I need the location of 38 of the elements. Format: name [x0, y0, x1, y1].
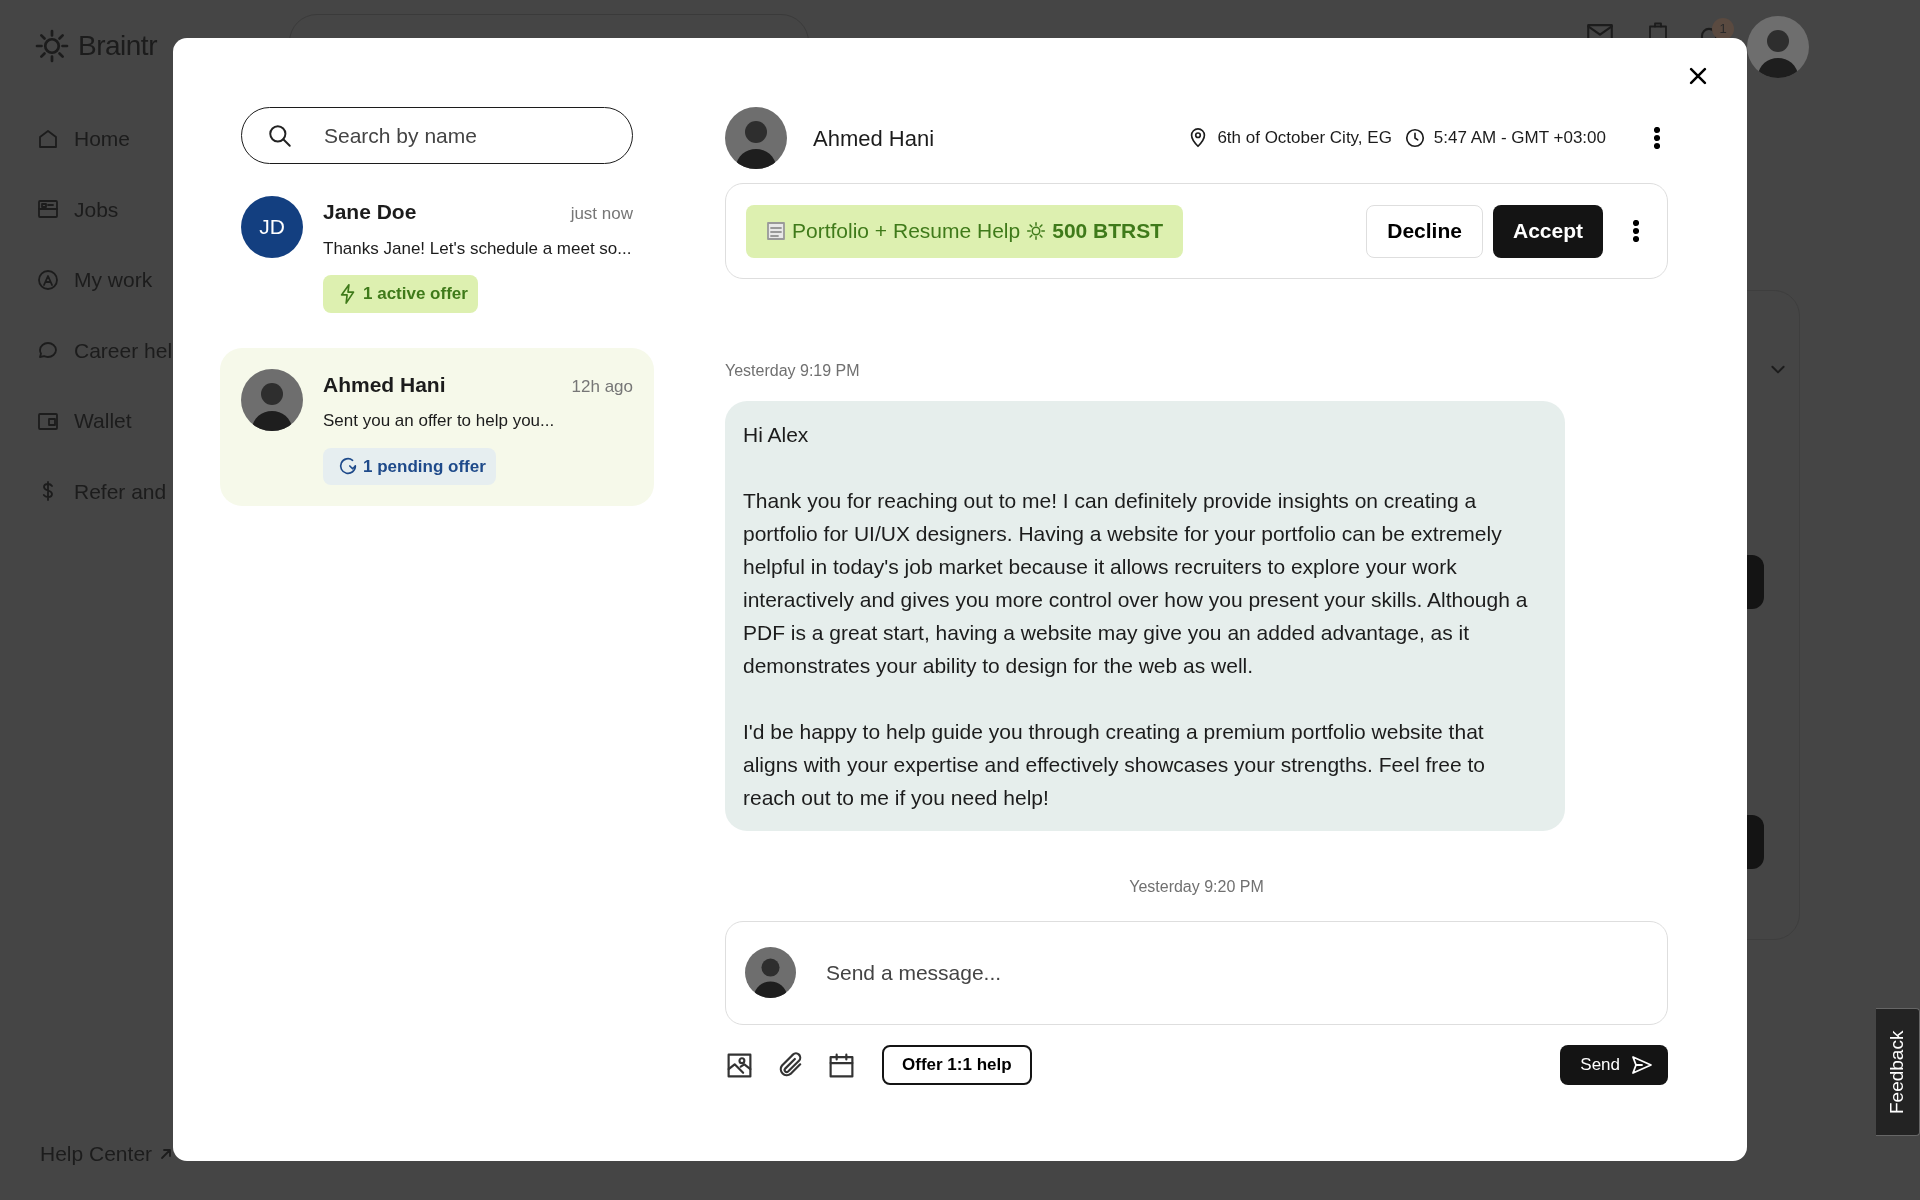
send-button[interactable]: Send — [1560, 1045, 1668, 1085]
offer-amount: 500 BTRST — [1052, 218, 1164, 245]
contact-name: Ahmed Hani — [323, 371, 446, 398]
feedback-tab[interactable]: Feedback — [1876, 1008, 1920, 1136]
clock-icon — [1403, 127, 1426, 149]
offer-title: Portfolio + Resume Help — [792, 218, 1021, 245]
send-icon — [1630, 1053, 1654, 1077]
offer-tag: 1 pending offer — [323, 447, 496, 485]
sun-logo-icon — [34, 28, 70, 64]
accept-button[interactable]: Accept — [1492, 204, 1603, 258]
search-field[interactable]: Search by name — [241, 107, 633, 164]
kebab-icon — [1654, 127, 1660, 149]
contact-name: Ahmed Hani — [813, 124, 935, 153]
message-text: Hi Alex — [743, 422, 810, 448]
conversation-item[interactable]: JD Jane Doe just now Thanks Jane! Let's schedule a meet so... 1 active offer — [220, 175, 654, 334]
message-field[interactable]: Send a message... — [725, 921, 1668, 1025]
kebab-icon — [1633, 220, 1639, 242]
timestamp: Yesterday 9:19 PM — [725, 361, 860, 381]
message-time: just now — [570, 203, 633, 225]
message-text: I'd be happy to help guide you through creating a premium portfolio website that aligns with your expertise and effectively showcases your strengths. Feel free to reach out to me if you need help! — [743, 719, 1486, 811]
message-preview: Sent you an offer to help you... — [323, 410, 556, 432]
local-time: 5:47 AM - GMT +03:00 — [1433, 127, 1606, 150]
avatar: JD — [241, 196, 303, 258]
message-text: Thank you for reaching out to me! I can definitely provide insights on creating a portfolio for UI/UX designers. Having a website for your portfolio can be extremely helpful in today's job market because it allows recruiters to explore your work interactively and gives you more control over how you present your skills. Although a PDF is a great start, having a website may give you an added advantage, as it demonstrates your ability to design for the web as well. — [743, 488, 1529, 679]
document-icon — [766, 220, 786, 242]
conversation-item[interactable]: Ahmed Hani 12h ago Sent you an offer to help you... 1 pending offer — [220, 347, 654, 506]
nav-icon — [36, 267, 60, 292]
decline-button[interactable]: Decline — [1366, 204, 1483, 258]
timestamp: Yesterday 9:20 PM — [1129, 877, 1264, 897]
contact-name: Jane Doe — [323, 199, 417, 225]
offer-help-button[interactable]: Offer 1:1 help — [882, 1045, 1032, 1085]
offer-tag: 1 active offer — [323, 275, 478, 313]
search-icon — [267, 123, 293, 149]
location-text: 6th of October City, EG — [1217, 127, 1392, 150]
sun-logo-icon — [1026, 221, 1047, 241]
message-time: 12h ago — [571, 375, 633, 398]
close-icon — [1687, 65, 1709, 87]
message-preview: Thanks Jane! Let's schedule a meet so... — [323, 237, 633, 260]
